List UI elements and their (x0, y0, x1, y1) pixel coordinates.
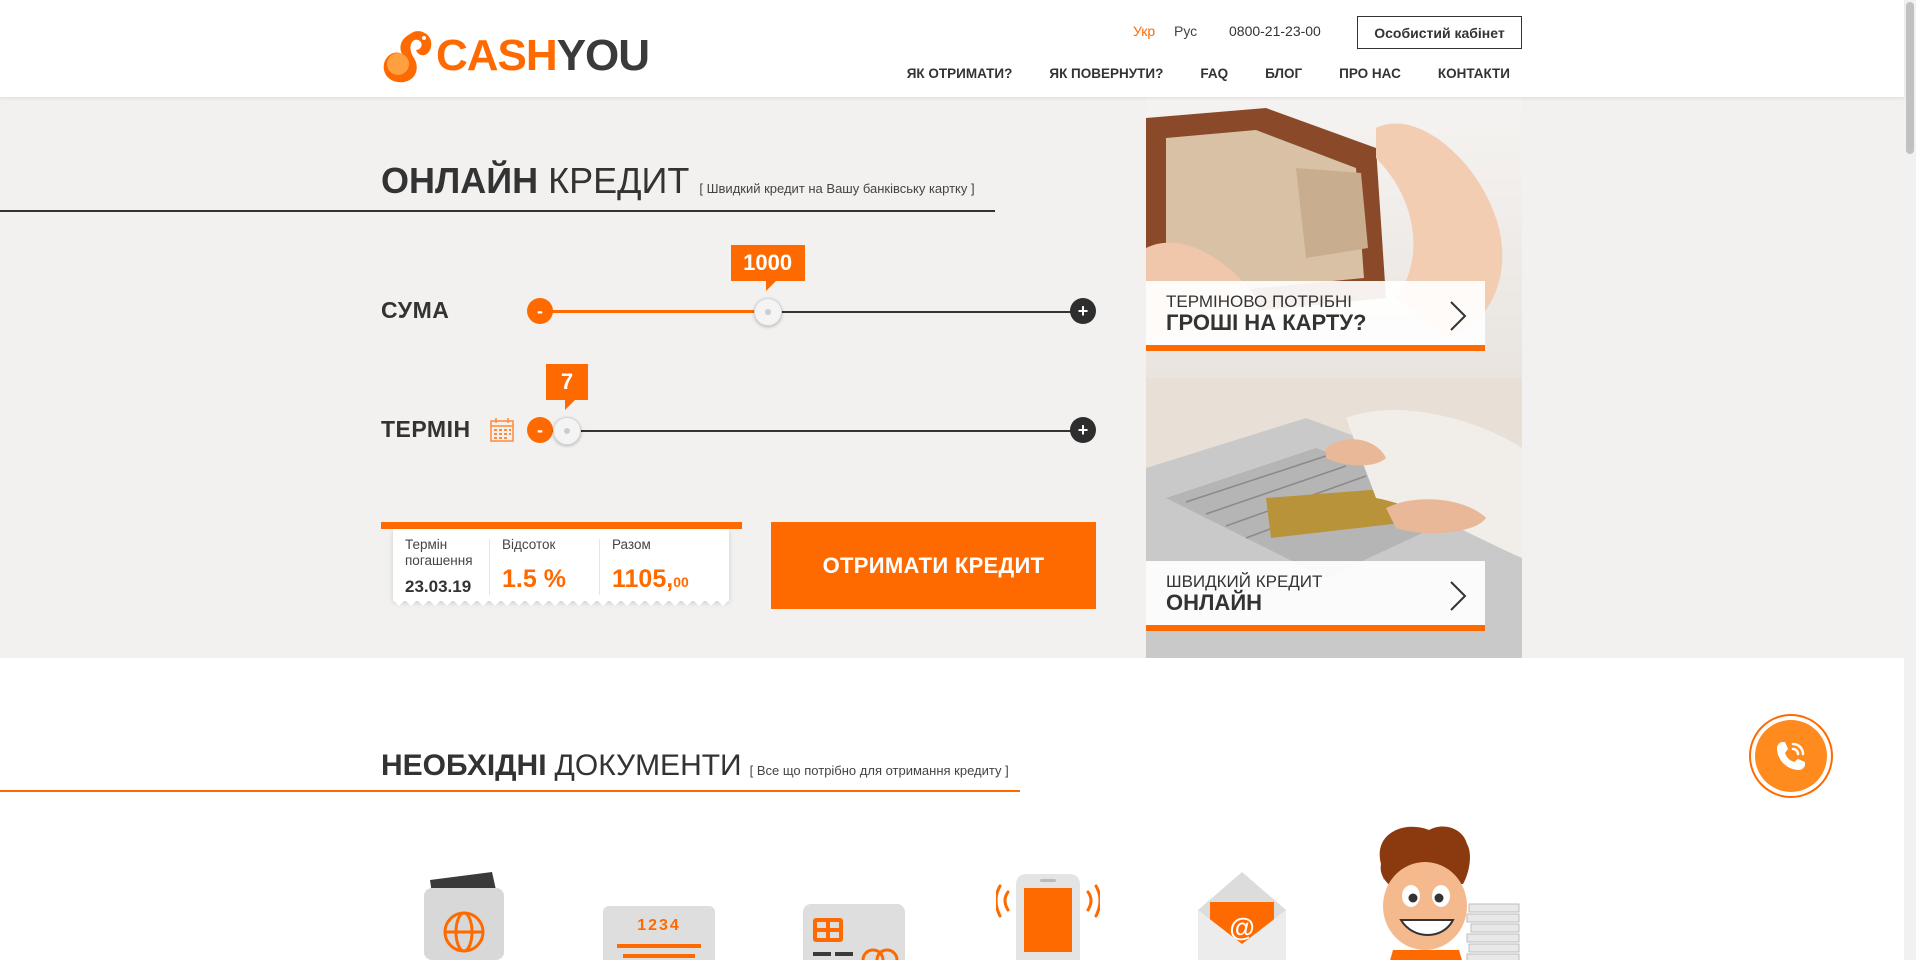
due-date-value: 23.03.19 (405, 577, 472, 596)
hero-divider (0, 210, 995, 212)
cabinet-button[interactable]: Особистий кабінет (1357, 16, 1522, 49)
amount-fill (540, 310, 768, 313)
term-minus-button[interactable]: - (527, 417, 553, 443)
promo-2-line1: ШВИДКИЙ КРЕДИТ (1166, 572, 1323, 591)
id-card-icon (803, 904, 905, 960)
logo-text: CASHYOU (436, 31, 650, 80)
due-date-label: Термін погашення (405, 537, 473, 568)
logo-cash: CASH (436, 31, 558, 80)
docs-divider (0, 790, 1020, 792)
due-date-column: Термін погашення 23.03.19 (405, 537, 485, 597)
rate-label: Відсоток (502, 537, 556, 552)
phone-call-icon (1777, 742, 1805, 770)
hero-title-bold: ОНЛАЙН (381, 160, 539, 201)
amount-value-bubble: 1000 (730, 245, 805, 291)
nav-how-to-get[interactable]: ЯК ОТРИМАТИ? (907, 66, 1013, 81)
summary-divider (599, 539, 600, 595)
amount-minus-button[interactable]: - (527, 298, 553, 324)
squirrel-logo-icon (383, 31, 432, 83)
hero-section: ОНЛАЙН КРЕДИТ [ Швидкий кредит на Вашу б… (0, 98, 1904, 658)
promo-online-credit[interactable]: ШВИДКИЙ КРЕДИТ ОНЛАЙН (1146, 378, 1522, 658)
card-number-icon: 1234 (603, 906, 715, 960)
logo-you: YOU (556, 31, 650, 80)
total-integer: 1105, (612, 565, 674, 593)
lang-rus-link[interactable]: Рус (1174, 23, 1197, 39)
term-slider-handle[interactable] (553, 417, 581, 445)
loan-summary: Термін погашення 23.03.19 Відсоток 1.5 %… (381, 522, 742, 606)
main-nav: ЯК ОТРИМАТИ? ЯК ПОВЕРНУТИ? FAQ БЛОГ ПРО … (870, 66, 1510, 81)
nav-blog[interactable]: БЛОГ (1265, 66, 1302, 81)
summary-paper: Термін погашення 23.03.19 Відсоток 1.5 %… (393, 529, 729, 601)
nav-about[interactable]: ПРО НАС (1339, 66, 1401, 81)
promo-1-line1: ТЕРМІНОВО ПОТРІБНІ (1166, 292, 1353, 311)
term-track[interactable] (552, 430, 1082, 432)
rate-value: 1.5 % (502, 565, 566, 593)
nav-faq[interactable]: FAQ (1200, 66, 1228, 81)
email-icon: @ (1198, 872, 1286, 960)
term-label: ТЕРМІН (381, 416, 471, 442)
get-credit-button[interactable]: ОТРИМАТИ КРЕДИТ (771, 522, 1096, 609)
phone-icon (996, 874, 1100, 960)
docs-subtitle: [ Все що потрібно для отримання кредиту … (749, 763, 1009, 778)
hero-title: ОНЛАЙН КРЕДИТ [ Швидкий кредит на Вашу б… (381, 160, 975, 202)
logo[interactable]: CASHYOU (380, 28, 650, 84)
promo-2-line2: ОНЛАЙН (1166, 590, 1263, 615)
docs-title: НЕОБХІДНІ ДОКУМЕНТИ [ Все що потрібно дл… (381, 749, 1009, 783)
hero-title-light: КРЕДИТ (548, 160, 690, 201)
call-me-button[interactable] (1749, 714, 1833, 798)
site-header: CASHYOU Укр Рус 0800-21-23-00 Особистий … (0, 0, 1904, 98)
calendar-icon (490, 418, 514, 442)
amount-label: СУМА (381, 297, 450, 323)
passport-icon (424, 872, 504, 960)
total-value: 1105,00 (612, 565, 689, 594)
nav-how-to-return[interactable]: ЯК ПОВЕРНУТИ? (1049, 66, 1163, 81)
term-plus-button[interactable]: + (1070, 417, 1096, 443)
promo-card-1: ТЕРМІНОВО ПОТРІБНІ ГРОШІ НА КАРТУ? (1146, 281, 1485, 351)
receipt-zigzag-edge (393, 598, 729, 606)
promo-card-2: ШВИДКИЙ КРЕДИТ ОНЛАЙН (1146, 561, 1485, 631)
total-column: Разом 1105,00 (612, 537, 689, 594)
amount-slider-handle[interactable] (753, 298, 782, 326)
total-label: Разом (612, 537, 651, 552)
docs-title-bold: НЕОБХІДНІ (381, 749, 547, 782)
scrollbar-thumb[interactable] (1906, 2, 1914, 154)
docs-title-light: ДОКУМЕНТИ (554, 749, 742, 782)
promo-money-to-card[interactable]: ТЕРМІНОВО ПОТРІБНІ ГРОШІ НА КАРТУ? (1146, 98, 1522, 378)
summary-top-bar (381, 522, 742, 529)
card-number-text: 1234 (637, 917, 681, 934)
chevron-right-icon (1450, 301, 1467, 331)
call-inner (1755, 720, 1827, 792)
rate-column: Відсоток 1.5 % (502, 537, 566, 594)
promo-1-line2: ГРОШІ НА КАРТУ? (1166, 310, 1367, 335)
lang-ukr-link[interactable]: Укр (1133, 23, 1155, 39)
phone-number[interactable]: 0800-21-23-00 (1229, 23, 1321, 39)
amount-plus-button[interactable]: + (1070, 298, 1096, 324)
chevron-right-icon (1450, 581, 1467, 611)
total-decimal: 00 (673, 574, 689, 590)
summary-divider (489, 539, 490, 595)
nav-contacts[interactable]: КОНТАКТИ (1438, 66, 1510, 81)
hero-subtitle: [ Швидкий кредит на Вашу банківську карт… (699, 181, 975, 196)
page-scrollbar[interactable] (1904, 0, 1916, 960)
mascot-icon (1379, 826, 1520, 960)
term-value-bubble: 7 (546, 364, 588, 410)
